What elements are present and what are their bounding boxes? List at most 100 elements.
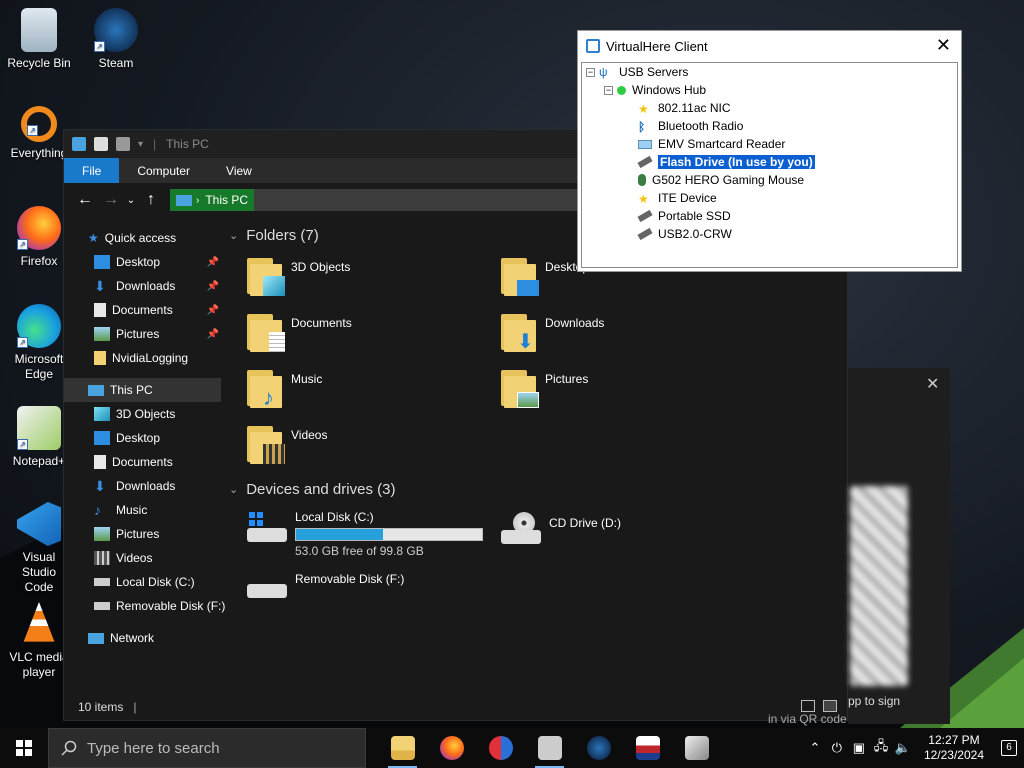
vlc-icon <box>23 602 55 642</box>
sidebar-item-pictures[interactable]: Pictures 📌 <box>64 322 221 346</box>
tree-node-device[interactable]: ★ ITE Device <box>582 189 957 207</box>
folder-videos[interactable]: Videos <box>245 422 499 466</box>
pictures-icon <box>94 327 110 341</box>
folder-icon <box>245 422 285 466</box>
folder-icon <box>499 254 539 298</box>
sidebar-item-3d-objects[interactable]: 3D Objects <box>64 402 221 426</box>
drive-name: Removable Disk (F:) <box>295 572 405 586</box>
back-button[interactable]: ← <box>72 191 98 209</box>
usb-drive-icon <box>637 155 653 169</box>
drive-local-disk-c[interactable]: Local Disk (C:) 53.0 GB free of 99.8 GB <box>245 510 499 558</box>
desktop-icon <box>94 431 110 445</box>
folder-documents[interactable]: Documents <box>245 310 499 354</box>
item-count: 10 items <box>78 700 124 714</box>
chevron-down-icon: ⌄ <box>229 483 239 496</box>
sidebar-item-local-disk[interactable]: Local Disk (C:) <box>64 570 221 594</box>
taskbar-vnc[interactable] <box>623 728 672 768</box>
desktop-icon <box>94 255 110 269</box>
document-icon <box>94 303 106 317</box>
large-icons-view-icon[interactable] <box>823 700 837 712</box>
virtualhere-icon <box>537 736 562 760</box>
chevron-up-icon[interactable]: ⌃ <box>804 740 826 756</box>
qa-dropdown-icon[interactable]: ▾ <box>138 139 143 150</box>
sidebar-item-documents[interactable]: Documents 📌 <box>64 298 221 322</box>
windows-logo-icon <box>16 740 32 756</box>
tab-view[interactable]: View <box>208 158 270 183</box>
drive-removable-f[interactable]: Removable Disk (F:) <box>245 572 499 612</box>
notification-count: 6 <box>1001 740 1017 756</box>
taskbar-search-box[interactable]: Type here to search <box>48 728 366 768</box>
properties-icon[interactable] <box>94 137 108 151</box>
collapse-icon[interactable]: − <box>604 85 613 95</box>
taskbar-steam[interactable] <box>574 728 623 768</box>
status-bar: 10 items | <box>64 694 847 720</box>
star-icon: ★ <box>88 231 99 245</box>
sidebar-item-pc-downloads[interactable]: ⬇ Downloads <box>64 474 221 498</box>
pictures-icon <box>94 527 110 541</box>
folder-3d-objects[interactable]: 3D Objects <box>245 254 499 298</box>
tree-node-windows-hub[interactable]: − Windows Hub <box>582 81 957 99</box>
close-icon[interactable]: ✕ <box>926 374 939 394</box>
folder-pictures[interactable]: Pictures <box>499 366 753 410</box>
hard-drive-icon <box>94 578 110 586</box>
start-button[interactable] <box>0 728 48 768</box>
folder-downloads[interactable]: ⬇ Downloads <box>499 310 753 354</box>
system-tray: ⌃ ⏻ ▣ 🖧 🔈 12:27 PM 12/23/2024 6 <box>804 728 1024 768</box>
sidebar-item-network[interactable]: Network <box>64 626 221 650</box>
sidebar-item-pc-desktop[interactable]: Desktop <box>64 426 221 450</box>
taskbar-usb-app[interactable] <box>672 728 721 768</box>
sidebar-item-pc-pictures[interactable]: Pictures <box>64 522 221 546</box>
close-button[interactable]: ✕ <box>936 35 951 56</box>
taskbar-yinyang-app[interactable] <box>476 728 525 768</box>
taskbar-file-explorer[interactable] <box>378 728 427 768</box>
cube-icon <box>263 276 285 296</box>
taskbar-firefox[interactable] <box>427 728 476 768</box>
sidebar-item-removable-disk[interactable]: Removable Disk (F:) <box>64 594 225 618</box>
network-icon[interactable]: 🖧 <box>870 737 892 759</box>
windows-drive-icon <box>245 510 291 550</box>
details-view-icon[interactable] <box>801 700 815 712</box>
virtualhere-titlebar: VirtualHere Client ✕ <box>578 31 961 61</box>
sidebar-item-quick-access[interactable]: ★ Quick access <box>64 226 221 250</box>
tree-node-device[interactable]: ★ 802.11ac NIC <box>582 99 957 117</box>
collapse-icon[interactable]: − <box>586 67 595 77</box>
desktop-icon-steam[interactable]: ↗ Steam <box>81 8 151 71</box>
sidebar-item-downloads[interactable]: ⬇ Downloads 📌 <box>64 274 221 298</box>
recent-locations-icon[interactable]: ⌄ <box>124 195 138 206</box>
folder-music[interactable]: ♪ Music <box>245 366 499 410</box>
sidebar-item-this-pc[interactable]: This PC <box>64 378 221 402</box>
sidebar-item-pc-documents[interactable]: Documents <box>64 450 221 474</box>
tree-node-device[interactable]: EMV Smartcard Reader <box>582 135 957 153</box>
drives-section-header[interactable]: ⌄ Devices and drives (3) <box>229 474 847 504</box>
sidebar-item-nvidialogging[interactable]: NvidiaLogging <box>64 346 221 370</box>
up-button[interactable]: ↑ <box>138 191 164 209</box>
action-center-button[interactable]: 6 <box>994 728 1024 768</box>
usb-icon: ψ <box>599 65 608 79</box>
drive-cd-d[interactable]: CD Drive (D:) <box>499 510 753 558</box>
sidebar-item-music[interactable]: ♪ Music <box>64 498 221 522</box>
clock[interactable]: 12:27 PM 12/23/2024 <box>924 733 984 763</box>
forward-button[interactable]: → <box>98 191 124 209</box>
sidebar-item-videos[interactable]: Videos <box>64 546 221 570</box>
desktop-icon-recycle-bin[interactable]: Recycle Bin <box>4 8 74 71</box>
taskbar-virtualhere[interactable] <box>525 728 574 768</box>
notepad-plus-icon: ↗ <box>17 406 61 450</box>
this-pc-icon <box>72 137 86 151</box>
tree-node-usb-servers[interactable]: − ψ USB Servers <box>582 63 957 81</box>
tree-node-device[interactable]: Portable SSD <box>582 207 957 225</box>
sidebar-item-desktop[interactable]: Desktop 📌 <box>64 250 221 274</box>
notification-text: pp to sign <box>848 694 901 708</box>
disk-usage-bar <box>295 528 483 541</box>
tree-node-device[interactable]: USB2.0-CRW <box>582 225 957 243</box>
tab-file[interactable]: File <box>64 158 120 183</box>
tree-node-device-selected[interactable]: Flash Drive (In use by you) <box>582 153 957 171</box>
usb-tray-icon[interactable]: ▣ <box>848 740 870 756</box>
status-online-icon <box>617 85 626 95</box>
tree-node-device[interactable]: ᛒ Bluetooth Radio <box>582 117 957 135</box>
tree-node-device[interactable]: G502 HERO Gaming Mouse <box>582 171 957 189</box>
power-icon[interactable]: ⏻ <box>826 740 848 756</box>
pictures-icon <box>517 392 539 408</box>
volume-icon[interactable]: 🔈 <box>892 740 914 756</box>
tab-computer[interactable]: Computer <box>119 158 208 183</box>
new-folder-icon[interactable] <box>116 137 130 151</box>
